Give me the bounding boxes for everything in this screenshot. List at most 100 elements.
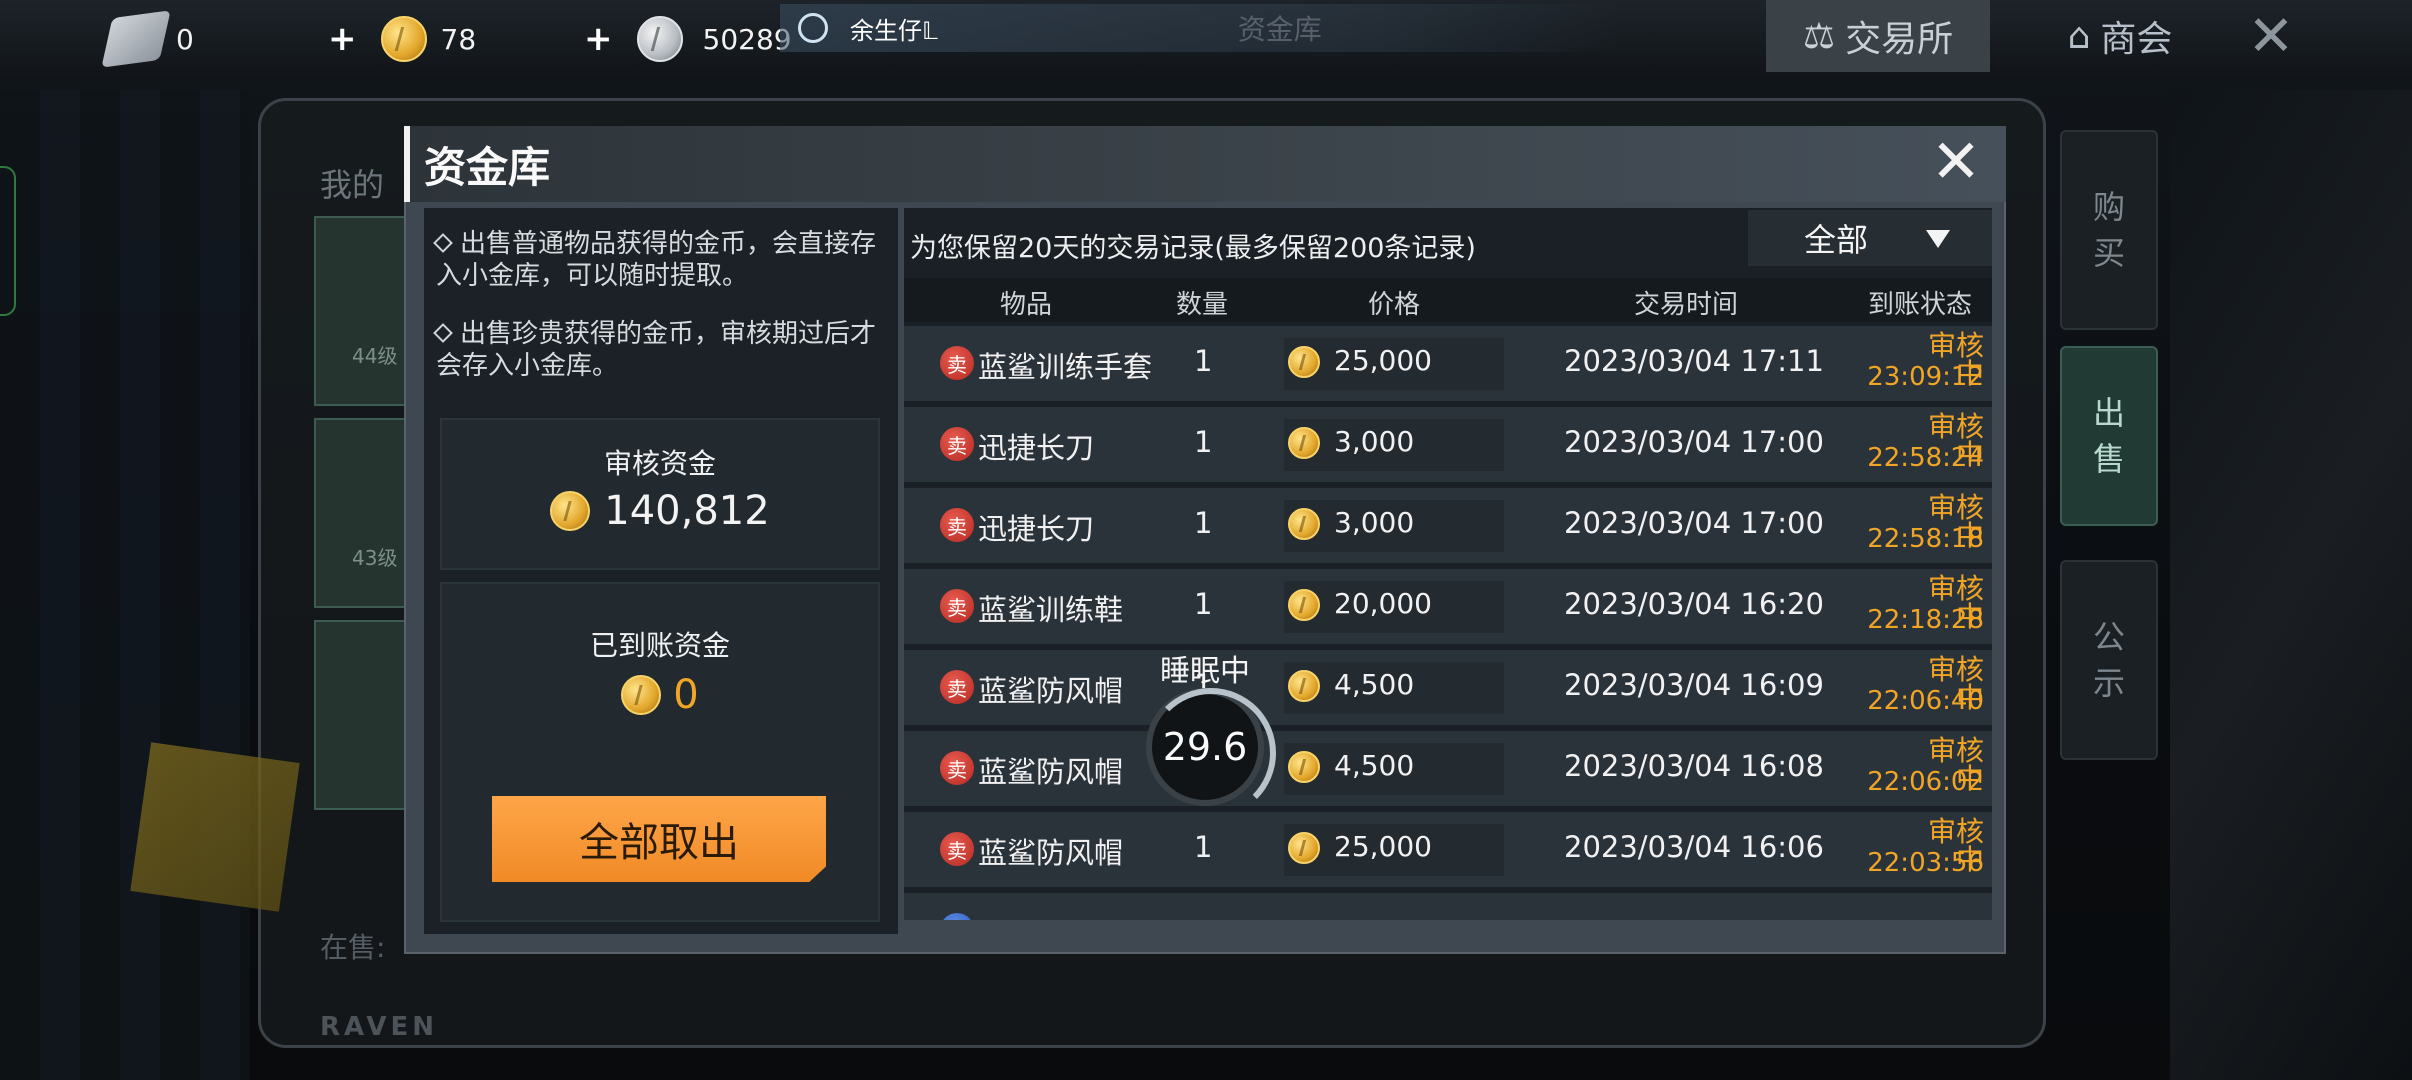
silver-count: 50289: [702, 22, 792, 56]
col-qty: 数量: [1176, 290, 1229, 320]
on-sale-label: 在售:: [320, 931, 386, 964]
partial-my-label: 我的: [320, 166, 385, 204]
row-time: 2023/03/04 16:20: [1564, 587, 1824, 621]
raven-logo: RAVEN: [320, 1012, 439, 1042]
table-row[interactable]: 卖 蓝鲨防风帽 1 25,000 2023/03/04 16:06 审核中 22…: [904, 812, 1992, 890]
col-status: 到账状态: [1868, 290, 1973, 320]
sticky-note: [130, 742, 300, 912]
records-table-header: 物品 数量 价格 交易时间 到账状态: [904, 278, 1992, 322]
row-price: 20,000: [1334, 587, 1432, 620]
row-qty: 1: [1194, 830, 1213, 864]
col-item: 物品: [1000, 290, 1053, 320]
records-title: 为您保留20天的交易记录(最多保留200条记录): [910, 233, 1476, 264]
row-price: 25,000: [1334, 344, 1432, 377]
row-countdown: 22:18:28: [1867, 605, 1984, 635]
scale-icon: ⚖: [1802, 15, 1836, 57]
row-time: 2023/03/04 16:08: [1564, 749, 1824, 783]
row-item: 蓝鲨训练手套: [978, 350, 1153, 384]
row-price: 4,500: [1334, 749, 1415, 782]
gold-coin-icon: [550, 491, 591, 531]
arrived-funds-value: 0: [440, 672, 880, 718]
gold-resource[interactable]: + 78: [328, 14, 476, 64]
vault-title: 资金库: [424, 143, 551, 192]
row-item: 迅捷长刀: [978, 431, 1095, 465]
tab-sell-label: 出 售: [2092, 394, 2125, 478]
tab-sell[interactable]: 出 售: [2060, 346, 2158, 526]
row-time: 2023/03/04 17:11: [1564, 344, 1824, 378]
table-row[interactable]: 卖 蓝鲨防风帽 1 4,500 2023/03/04 16:08 审核中 22:…: [904, 731, 1992, 809]
records-list[interactable]: 卖 蓝鲨训练手套 1 25,000 2023/03/04 17:11 审核中 2…: [904, 326, 1992, 920]
table-row[interactable]: 卖 蓝鲨训练鞋 1 20,000 2023/03/04 16:20 审核中 22…: [904, 569, 1992, 647]
table-row[interactable]: 卖 迅捷长刀 1 3,000 2023/03/04 17:00 审核中 22:5…: [904, 407, 1992, 485]
row-price: 25,000: [1334, 830, 1432, 863]
row-item: 蓝鲨训练鞋: [978, 593, 1124, 627]
slot1-level: 44级: [352, 344, 398, 368]
knife-count: 0: [176, 22, 194, 56]
row-qty: 1: [1194, 344, 1213, 378]
tab-buy[interactable]: 购 买: [2060, 130, 2158, 330]
sell-badge-icon: 卖: [940, 751, 974, 785]
table-row[interactable]: 卖 蓝鲨训练手套 1 25,000 2023/03/04 17:11 审核中 2…: [904, 326, 1992, 404]
col-price: 价格: [1368, 290, 1421, 320]
withdraw-all-button[interactable]: 全部取出: [492, 796, 826, 882]
item-slot-1[interactable]: [314, 216, 414, 406]
silver-resource[interactable]: + 50289: [584, 14, 792, 64]
row-time: 2023/03/04 16:06: [1564, 830, 1824, 864]
sell-badge-icon: 卖: [940, 427, 974, 461]
row-time: 2023/03/04 17:00: [1564, 506, 1824, 540]
gold-coin-icon: [1288, 751, 1320, 783]
silver-coin-icon: [636, 16, 683, 62]
tab-notice[interactable]: 公 示: [2060, 560, 2158, 760]
filter-value: 全部: [1804, 221, 1869, 259]
row-countdown: 22:58:24: [1867, 443, 1984, 473]
background-scene: [2170, 90, 2412, 1080]
sleep-timer: 29.6: [1146, 688, 1276, 818]
diamond-icon: [433, 323, 453, 343]
row-countdown: 22:03:56: [1867, 848, 1984, 878]
tip-precious: 出售珍贵获得的金币，审核期过后才会存入小金库。: [433, 318, 884, 382]
dropdown-arrow-icon: [1926, 230, 1950, 248]
row-qty: 1: [1194, 587, 1213, 621]
left-edge-tab[interactable]: [0, 166, 16, 316]
add-silver-icon[interactable]: +: [584, 19, 613, 59]
item-slot-3[interactable]: [314, 620, 414, 810]
tip-normal: 出售普通物品获得的金币，会直接存入小金库，可以随时提取。: [433, 228, 884, 292]
row-countdown: 22:06:02: [1867, 767, 1984, 797]
vault-close-button[interactable]: ✕: [1928, 132, 1984, 192]
table-row[interactable]: 卖 迅捷长刀 1 3,000 2023/03/04 17:00 审核中 22:5…: [904, 488, 1992, 566]
gold-coin-icon: [1288, 508, 1320, 540]
chat-faded-text: 资金库: [1237, 13, 1322, 46]
chat-ticker[interactable]: 余生仔𝕃 资金库: [780, 4, 1620, 52]
gold-coin-icon: [1288, 832, 1320, 864]
sleep-timer-value: 29.6: [1162, 725, 1248, 769]
tab-buy-label: 购 买: [2092, 188, 2125, 272]
row-countdown: 23:09:12: [1867, 362, 1984, 392]
row-item: 蓝鲨防风帽: [978, 836, 1124, 870]
exchange-button[interactable]: ⚖ 交易所: [1766, 0, 1990, 72]
records-filter-dropdown[interactable]: 全部: [1748, 210, 1992, 266]
table-row[interactable]: 卖 蓝鲨防风帽 1 4,500 2023/03/04 16:09 审核中 22:…: [904, 650, 1992, 728]
review-funds-amount: 140,812: [604, 488, 770, 534]
col-time: 交易时间: [1634, 290, 1739, 320]
table-row-partial[interactable]: [904, 893, 1992, 920]
arrived-funds-label: 已到账资金: [589, 629, 730, 662]
sell-badge-icon: 卖: [940, 832, 974, 866]
gold-coin-icon: [380, 16, 427, 62]
shop-button[interactable]: ⌂ 商会: [2040, 0, 2200, 72]
add-gold-icon[interactable]: +: [328, 19, 357, 59]
house-icon: ⌂: [2067, 15, 2091, 57]
row-countdown: 22:06:40: [1867, 686, 1984, 716]
tip-precious-text: 出售珍贵获得的金币，审核期过后才会存入小金库。: [436, 319, 877, 381]
review-funds-value: 140,812: [440, 488, 880, 534]
exchange-label: 交易所: [1845, 19, 1954, 60]
row-time: 2023/03/04 17:00: [1564, 425, 1824, 459]
row-qty: 1: [1194, 425, 1213, 459]
shop-label: 商会: [2100, 19, 2173, 60]
diamond-icon: [433, 233, 453, 253]
tip-normal-text: 出售普通物品获得的金币，会直接存入小金库，可以随时提取。: [436, 229, 877, 291]
item-slot-2[interactable]: [314, 418, 414, 608]
gold-coin-icon: [1288, 427, 1320, 459]
main-close-button[interactable]: ✕: [2236, 0, 2306, 72]
row-price: 4,500: [1334, 668, 1415, 701]
row-price: 3,000: [1334, 506, 1415, 539]
